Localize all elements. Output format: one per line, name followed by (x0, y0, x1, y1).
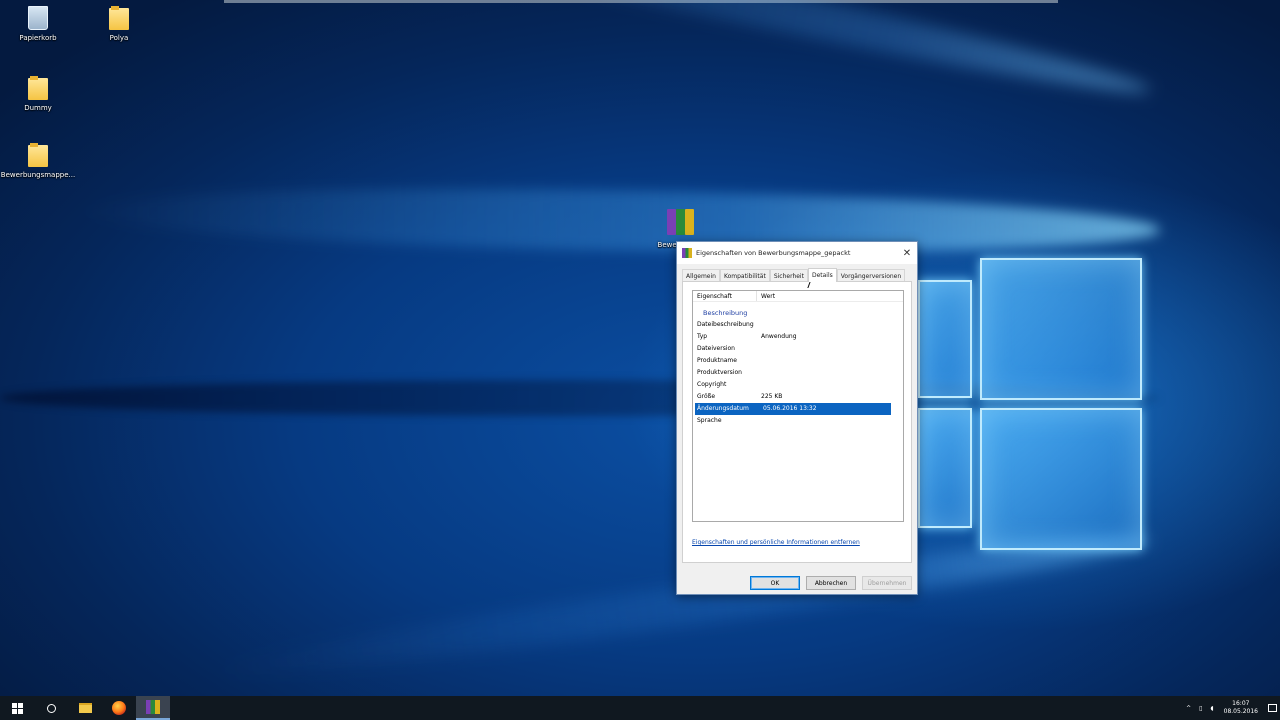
taskbar: ^ ▯ ◖ 16:07 08.05.2016 (0, 696, 1280, 720)
tray-overflow-icon[interactable]: ^ (1186, 705, 1191, 712)
network-icon[interactable]: ▯ (1199, 705, 1202, 712)
start-button[interactable] (0, 696, 34, 720)
property-row[interactable]: Copyright (693, 379, 903, 391)
property-row[interactable]: Dateiversion (693, 343, 903, 355)
light-beam (265, 0, 1155, 110)
desktop-icon-polya[interactable]: Polya (81, 6, 157, 42)
property-value (757, 367, 903, 379)
property-row[interactable]: Größe 225 KB (693, 391, 903, 403)
desktop-icon-dummy[interactable]: Dummy (0, 76, 76, 112)
taskbar-winrar[interactable] (136, 696, 170, 720)
search-button[interactable] (34, 696, 68, 720)
action-center-button[interactable] (1264, 696, 1280, 720)
winrar-icon (682, 248, 692, 258)
recycle-bin-icon (28, 6, 48, 30)
desktop-icon-label: Papierkorb (19, 34, 57, 42)
tab-details[interactable]: Details (807, 268, 837, 282)
property-value (757, 343, 903, 355)
section-header: Beschreibung (703, 309, 748, 317)
winrar-archive-icon (666, 207, 696, 237)
dialog-button-row: OK Abbrechen Übernehmen (677, 576, 917, 590)
desktop-icon-recycle-bin[interactable]: Papierkorb (0, 6, 76, 42)
remove-properties-link[interactable]: Eigenschaften und persönliche Informatio… (692, 539, 860, 546)
property-value: 05.06.2016 13:32 (763, 405, 817, 412)
firefox-icon (112, 701, 126, 715)
windows-logo-pane (980, 258, 1142, 400)
property-value: 225 KB (761, 393, 783, 400)
taskbar-firefox[interactable] (102, 696, 136, 720)
desktop-wallpaper: Papierkorb Polya Dummy Bewerbungsmappe..… (0, 0, 1280, 696)
close-button[interactable]: ✕ (897, 242, 917, 264)
windows-logo-pane (918, 280, 972, 398)
property-list[interactable]: Eigenschaft Wert Beschreibung Dateibesch… (692, 290, 904, 522)
clock-time: 16:07 (1232, 700, 1250, 707)
winrar-icon (146, 700, 160, 714)
property-value (757, 415, 903, 427)
taskbar-file-explorer[interactable] (68, 696, 102, 720)
property-name: Typ (697, 333, 708, 340)
clock-date: 08.05.2016 (1223, 708, 1258, 715)
desktop-icon-label: Dummy (24, 104, 52, 112)
property-name: Größe (697, 393, 716, 400)
desktop-icon-bewerbungsmappe-folder[interactable]: Bewerbungsmappe... (0, 143, 76, 179)
property-row[interactable]: Produktversion (693, 367, 903, 379)
property-name: Copyright (697, 381, 727, 388)
folder-icon (109, 6, 129, 30)
property-value (757, 355, 903, 367)
folder-icon (28, 76, 48, 100)
desktop-icon-label: Polya (109, 34, 129, 42)
property-row-selected[interactable]: Änderungsdatum 05.06.2016 13:32 (695, 403, 891, 415)
apply-button[interactable]: Übernehmen (862, 576, 912, 590)
dialog-title: Eigenschaften von Bewerbungsmappe_gepack… (696, 249, 851, 257)
property-name: Produktname (697, 357, 737, 364)
volume-icon[interactable]: ◖ (1210, 705, 1213, 712)
property-name: Dateiversion (697, 345, 735, 352)
property-list-header: Eigenschaft Wert (693, 291, 903, 302)
search-icon (46, 703, 56, 713)
property-value (757, 379, 903, 391)
desktop-icon-label: Bewerbungsmappe... (0, 171, 76, 179)
properties-dialog: Eigenschaften von Bewerbungsmappe_gepack… (676, 241, 918, 595)
ok-button[interactable]: OK (750, 576, 800, 590)
system-tray: ^ ▯ ◖ 16:07 08.05.2016 (1182, 696, 1280, 720)
column-header-property[interactable]: Eigenschaft (693, 291, 757, 301)
property-name: Änderungsdatum (697, 405, 749, 412)
dialog-titlebar[interactable]: Eigenschaften von Bewerbungsmappe_gepack… (677, 242, 917, 264)
details-tab-panel: Eigenschaft Wert Beschreibung Dateibesch… (682, 281, 912, 563)
windows-logo-pane (980, 408, 1142, 550)
light-beam (79, 181, 1161, 260)
cancel-button[interactable]: Abbrechen (806, 576, 856, 590)
tab-strip: Allgemein Kompatibilität Sicherheit Deta… (682, 268, 912, 282)
property-value: Anwendung (761, 333, 797, 340)
clock[interactable]: 16:07 08.05.2016 (1218, 700, 1264, 716)
property-value (757, 319, 903, 331)
property-row[interactable]: Dateibeschreibung (693, 319, 903, 331)
property-row[interactable]: Sprache (693, 415, 903, 427)
folder-icon (28, 143, 48, 167)
file-explorer-icon (78, 703, 92, 713)
column-header-value[interactable]: Wert (757, 291, 903, 301)
notification-icon (1267, 704, 1277, 712)
property-name: Produktversion (697, 369, 742, 376)
property-row[interactable]: Produktname (693, 355, 903, 367)
windows-logo-pane (918, 408, 972, 528)
property-name: Sprache (697, 417, 722, 424)
property-row[interactable]: Typ Anwendung (693, 331, 903, 343)
property-name: Dateibeschreibung (697, 321, 754, 328)
start-icon (11, 702, 23, 714)
